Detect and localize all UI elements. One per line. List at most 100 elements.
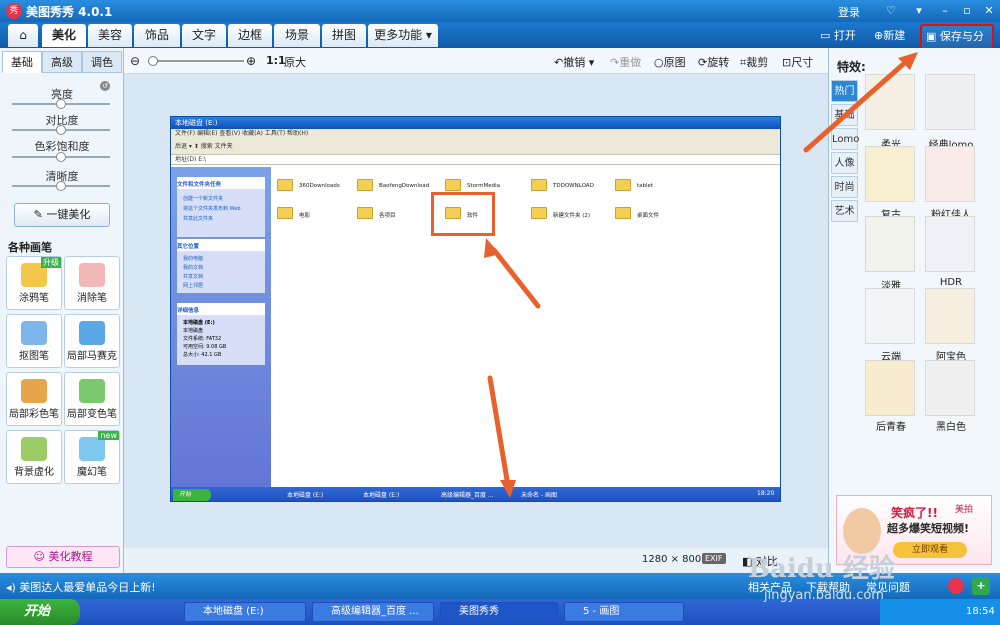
tab-text[interactable]: 文字 <box>182 24 226 47</box>
minimize-icon[interactable]: – <box>936 3 954 19</box>
ad-brand: 美拍 <box>955 505 974 515</box>
folder-name: 桌面文件 <box>637 213 660 219</box>
subtab-color[interactable]: 调色 <box>82 51 122 73</box>
circle-icon: ○ <box>654 56 664 69</box>
tab-beautify[interactable]: 美化 <box>42 24 86 47</box>
rotate-icon: ⟳ <box>698 56 708 69</box>
tool-local-recolor-pen[interactable]: 局部变色笔 <box>64 372 120 426</box>
one-key-beautify-button[interactable]: ✎ 一键美化 <box>14 203 110 227</box>
tool-local-color-pen[interactable]: 局部彩色笔 <box>6 372 62 426</box>
tool-local-mosaic[interactable]: 局部马赛克 <box>64 314 120 368</box>
tab-more-features[interactable]: 更多功能 ▾ <box>368 24 438 47</box>
tool-cutout-pen[interactable]: 抠图笔 <box>6 314 62 368</box>
rotate-button[interactable]: ⟳旋转 <box>698 54 729 70</box>
tool-doodle-pen[interactable]: 涂鸦笔 升级 <box>6 256 62 310</box>
weibo-icon[interactable] <box>948 578 964 594</box>
resize-button[interactable]: ⊡尺寸 <box>782 54 813 70</box>
task-item: 将这个文件夹发布到 Web <box>183 206 241 212</box>
taskbar-item-paint[interactable]: 5 - 画图 <box>564 602 684 622</box>
clock: 18:54 <box>966 606 995 617</box>
tool-background-blur[interactable]: 背景虚化 <box>6 430 62 484</box>
zoom-in-icon[interactable]: ⊕ <box>246 54 256 68</box>
save-share-button[interactable]: ▣ 保存与分享 <box>920 24 994 65</box>
left-panel: 基础 高级 调色 ↺ 亮度 对比度 色彩饱和度 清晰度 ✎ 一键美化 各种画笔 … <box>0 48 124 573</box>
start-button[interactable]: 开始 <box>0 599 80 625</box>
cat-portrait[interactable]: 人像 <box>831 152 858 174</box>
new-button[interactable]: ⊕新建 <box>874 27 905 43</box>
blur-icon <box>21 437 47 461</box>
cat-lomo[interactable]: Lomo <box>831 128 859 150</box>
effect-after-youth[interactable] <box>865 360 915 416</box>
folder-icon <box>277 207 293 219</box>
effect-hdr[interactable] <box>925 216 975 272</box>
redo-button[interactable]: ↷重做 <box>610 54 641 70</box>
brightness-slider[interactable] <box>12 99 110 109</box>
skin-icon[interactable]: ♡ <box>882 3 900 19</box>
add-icon[interactable]: + <box>972 577 990 595</box>
place-item: 网上邻居 <box>183 283 204 289</box>
detail-item: 总大小: 42.1 GB <box>183 352 222 358</box>
effect-elegant[interactable] <box>865 216 915 272</box>
zoom-slider[interactable] <box>148 56 244 66</box>
explorer-address: 地址(D) E:\ <box>171 155 780 165</box>
ad-headline: 笑疯了!! <box>891 506 938 520</box>
crop-button[interactable]: ⌗裁剪 <box>740 54 768 70</box>
tab-frame[interactable]: 边框 <box>228 24 272 47</box>
folder-name: 新建文件夹 (2) <box>553 213 591 219</box>
open-button[interactable]: ▭ 打开 <box>820 27 856 43</box>
recolor-icon <box>79 379 105 403</box>
effect-classic-lomo[interactable] <box>925 74 975 130</box>
brush-icon <box>21 379 47 403</box>
effect-black-white[interactable] <box>925 360 975 416</box>
tab-collage[interactable]: 拼图 <box>322 24 366 47</box>
undo-button[interactable]: ↶撤销 ▾ <box>554 54 594 70</box>
menu-icon[interactable]: ▾ <box>910 3 928 19</box>
explorer-title: 本地磁盘 (E:) <box>171 117 780 129</box>
home-icon[interactable]: ⌂ <box>8 24 38 47</box>
exif-button[interactable]: EXIF <box>702 553 726 564</box>
cat-art[interactable]: 艺术 <box>831 200 858 222</box>
tasks-heading: 文件和文件夹任务 <box>177 182 222 188</box>
original-size-button[interactable]: 原大 <box>284 54 306 70</box>
maximize-icon[interactable]: ▫ <box>958 3 976 19</box>
folder-icon <box>445 179 461 191</box>
zoom-ratio[interactable]: 1:1 <box>266 54 286 67</box>
tab-scene[interactable]: 场景 <box>274 24 320 47</box>
highlight-box <box>431 192 495 236</box>
subtab-basic[interactable]: 基础 <box>2 51 42 73</box>
tool-eraser-pen[interactable]: 消除笔 <box>64 256 120 310</box>
explorer-folder-view: 360Downloads BaofengDownload StormMedia … <box>271 167 780 487</box>
effect-pink-lady[interactable] <box>925 146 975 202</box>
taskbar-item-meitu[interactable]: 美图秀秀 <box>440 602 558 622</box>
zoom-out-icon[interactable]: ⊖ <box>130 54 140 68</box>
saturation-slider[interactable] <box>12 152 110 162</box>
resize-icon: ⊡ <box>782 56 792 69</box>
ad-subline: 超多爆笑短视频! <box>887 522 970 535</box>
speaker-icon: ◂) <box>6 581 20 594</box>
contrast-slider[interactable] <box>12 125 110 135</box>
ad-cta-button[interactable]: 立即观看 <box>893 542 967 558</box>
taskbar-item-browser[interactable]: 高级编辑器_百度 ... <box>312 602 434 622</box>
beautify-tutorial-button[interactable]: ☺ 美化教程 <box>6 546 120 568</box>
taskbar-item-explorer[interactable]: 本地磁盘 (E:) <box>184 602 306 622</box>
news-text[interactable]: ◂) 美图达人最爱单品今日上新! <box>6 579 156 595</box>
folder-name: 360Downloads <box>299 183 340 189</box>
login-link[interactable]: 登录 <box>838 4 860 20</box>
effect-abao-color[interactable] <box>925 288 975 344</box>
effect-retro[interactable] <box>865 146 915 202</box>
original-image-button[interactable]: ○原图 <box>654 54 686 70</box>
tab-beauty[interactable]: 美容 <box>88 24 132 47</box>
close-icon[interactable]: ✕ <box>980 3 998 19</box>
folder-icon <box>357 207 373 219</box>
sharpness-slider[interactable] <box>12 181 110 191</box>
cat-hot[interactable]: 热门 <box>831 80 858 102</box>
tool-magic-pen[interactable]: 魔幻笔 new <box>64 430 120 484</box>
subtab-advanced[interactable]: 高级 <box>42 51 82 73</box>
cat-fashion[interactable]: 时尚 <box>831 176 858 198</box>
folder-icon <box>531 207 547 219</box>
tab-accessories[interactable]: 饰品 <box>134 24 180 47</box>
folder-name: BaofengDownload <box>379 183 430 189</box>
cat-basic[interactable]: 基础 <box>831 104 858 126</box>
effect-soft-light[interactable] <box>865 74 915 130</box>
effect-cloud[interactable] <box>865 288 915 344</box>
